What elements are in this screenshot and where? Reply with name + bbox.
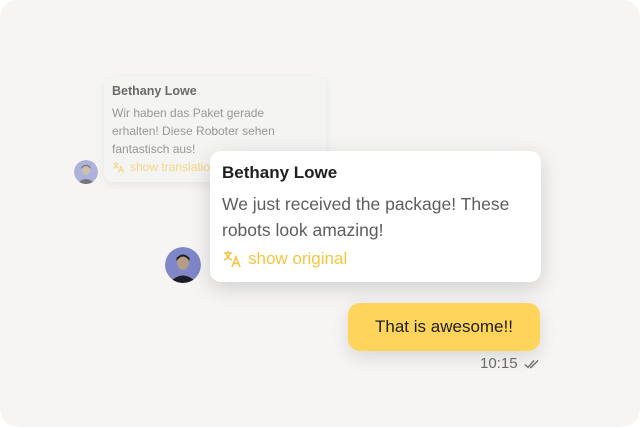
outgoing-message-text: That is awesome!! bbox=[375, 317, 513, 336]
message-text: We just received the package! These robo… bbox=[222, 194, 510, 240]
avatar[interactable] bbox=[74, 160, 98, 184]
translated-message-card: Bethany Lowe We just received the packag… bbox=[210, 151, 541, 282]
message-meta: 10:15 bbox=[480, 355, 540, 372]
translate-icon bbox=[223, 251, 241, 268]
translate-icon bbox=[113, 161, 125, 173]
avatar[interactable] bbox=[165, 247, 201, 283]
chat-canvas: Bethany Lowe Wir haben das Paket gerade … bbox=[0, 0, 640, 427]
show-translation-label: show translation bbox=[130, 160, 217, 174]
message-text: Wir haben das Paket gerade erhalten! Die… bbox=[112, 106, 275, 156]
outgoing-message-bubble[interactable]: That is awesome!! bbox=[348, 303, 540, 351]
sender-name: Bethany Lowe bbox=[222, 163, 338, 182]
show-translation-link[interactable]: show translation bbox=[112, 160, 217, 174]
show-original-label: show original bbox=[248, 249, 348, 268]
sender-name: Bethany Lowe bbox=[112, 84, 197, 98]
show-original-link[interactable]: show original bbox=[222, 249, 347, 269]
double-check-icon bbox=[524, 359, 539, 369]
message-time: 10:15 bbox=[480, 355, 518, 372]
